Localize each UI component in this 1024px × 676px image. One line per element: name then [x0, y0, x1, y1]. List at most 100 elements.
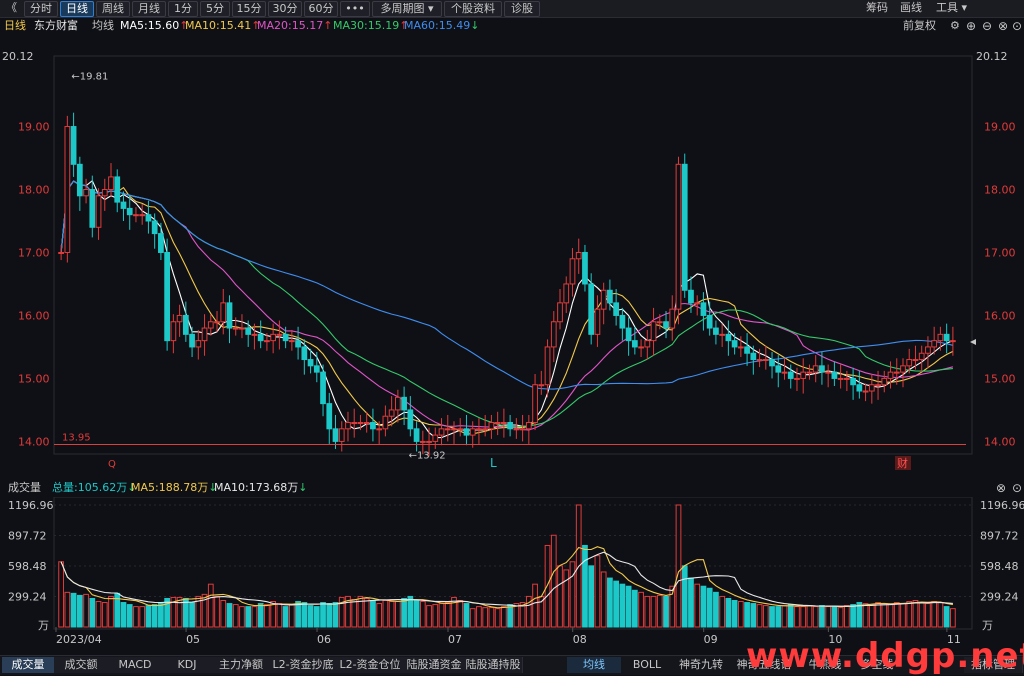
volume-bar — [419, 601, 426, 628]
candle-body — [251, 333, 258, 336]
indicator-tab-3[interactable]: KDJ — [162, 657, 213, 673]
volume-bar — [675, 504, 682, 628]
adjust-mode[interactable]: 前复权 — [903, 18, 936, 34]
candle-body — [787, 371, 794, 379]
candle-body — [669, 308, 676, 329]
volume-bar — [469, 608, 476, 628]
ma10-value: MA10:15.41↑ — [185, 19, 261, 32]
candle-body — [351, 422, 358, 425]
volume-bar — [656, 594, 663, 628]
toolbar-button-9[interactable]: ••• — [340, 1, 370, 17]
indicator-tab-5[interactable]: L2-资金抄底 — [270, 657, 337, 673]
candle-body — [538, 384, 545, 387]
volume-bar — [619, 583, 626, 628]
volume-bar — [176, 596, 183, 628]
volume-unit-left: 万 — [38, 619, 49, 632]
volume-bar — [638, 591, 644, 628]
volume-close-icon[interactable]: ⊗ — [996, 480, 1006, 496]
close-icon[interactable]: ⊗ — [998, 18, 1008, 34]
toolbar-button-3[interactable]: 月线 — [132, 1, 166, 17]
candle-body — [457, 428, 464, 431]
indicator-tab-8[interactable]: 陆股通持股 — [464, 657, 523, 673]
toolbar-button-11[interactable]: 个股资料 — [444, 1, 502, 17]
candle-body — [376, 428, 383, 431]
volume-title[interactable]: 成交量 — [8, 480, 41, 496]
zoom-out-icon[interactable]: ⊖ — [982, 18, 992, 34]
candle-body — [270, 333, 277, 342]
indicator-tab-1[interactable]: 成交额 — [54, 657, 109, 673]
indicator-tab-2[interactable]: MACD — [108, 657, 163, 673]
toolbar-button-0[interactable]: 分时 — [24, 1, 58, 17]
more-icon[interactable]: ⊙ — [1012, 18, 1022, 34]
volume-bar — [925, 603, 931, 628]
volume-bar — [388, 601, 395, 628]
event-marker-q: Q — [108, 459, 116, 470]
toolbar-right-2[interactable]: 工具 ▾ — [936, 1, 967, 15]
volume-bar — [644, 595, 651, 628]
volume-tick-left: 299.24 — [8, 591, 47, 604]
volume-tick-right: 897.72 — [980, 530, 1019, 543]
toolbar-button-2[interactable]: 周线 — [96, 1, 130, 17]
toolbar-right-0[interactable]: 筹码 — [866, 1, 888, 15]
candle-body — [837, 377, 844, 380]
settings-icon[interactable]: ⚙ — [950, 18, 960, 34]
candle-body — [320, 371, 326, 405]
overlay-tab-2[interactable]: 神奇九转 — [673, 657, 729, 673]
candle-body — [282, 333, 289, 342]
candle-body — [232, 327, 239, 330]
indicator-tab-7[interactable]: 陆股通资金 — [404, 657, 465, 673]
volume-bar — [251, 606, 258, 628]
volume-bar — [207, 583, 214, 628]
volume-bar — [95, 601, 102, 628]
indicator-tab-0[interactable]: 成交量 — [2, 657, 55, 673]
toolbar-button-8[interactable]: 60分 — [304, 1, 338, 17]
volume-bar — [320, 602, 326, 628]
candle-body — [513, 428, 520, 431]
volume-more-icon[interactable]: ⊙ — [1012, 480, 1022, 496]
back-icon[interactable]: 《 — [6, 1, 17, 15]
toolbar-button-5[interactable]: 5分 — [200, 1, 230, 17]
overlay-tab-1[interactable]: BOLL — [621, 657, 673, 673]
price-tick-left: 18.00 — [18, 184, 50, 197]
overlay-tab-0[interactable]: 均线 — [567, 657, 621, 673]
event-marker-cai: 财 — [897, 456, 908, 470]
toolbar-button-12[interactable]: 诊股 — [504, 1, 540, 17]
candle-body — [370, 422, 376, 430]
volume-bar — [943, 606, 950, 628]
candle-body — [245, 327, 252, 335]
candle-body — [625, 327, 632, 342]
volume-bar — [532, 583, 538, 628]
toolbar-button-7[interactable]: 30分 — [268, 1, 302, 17]
candle-body — [557, 302, 563, 323]
ma-indicator-label[interactable]: 均线 — [92, 18, 114, 34]
candle-body — [831, 371, 838, 379]
volume-bar — [706, 587, 713, 628]
toolbar-button-10[interactable]: 多周期图 ▾ — [372, 1, 442, 17]
volume-info-bar: 成交量 总量:105.62万↓ MA5:188.78万↓ MA10:173.68… — [0, 480, 1024, 496]
volume-bar — [881, 603, 888, 628]
volume-bar — [713, 591, 719, 628]
toolbar-button-4[interactable]: 1分 — [168, 1, 198, 17]
price-tick-left: 14.00 — [18, 435, 50, 448]
volume-bar — [476, 606, 482, 628]
candle-body — [781, 371, 788, 374]
zoom-in-icon[interactable]: ⊕ — [966, 18, 976, 34]
candle-body — [619, 314, 626, 329]
volume-unit-right: 万 — [982, 619, 993, 632]
toolbar-right-1[interactable]: 画线 — [900, 1, 922, 15]
indicator-tab-4[interactable]: 主力净额 — [212, 657, 271, 673]
x-axis-label: 07 — [448, 633, 462, 646]
volume-bar — [794, 606, 800, 628]
volume-bar — [257, 603, 264, 628]
volume-chart[interactable]: 1196.96 1196.96 897.72 897.72 598.48 598.48 29… — [0, 497, 1024, 652]
volume-bar — [563, 569, 570, 628]
candle-body — [164, 251, 171, 342]
indicator-tab-6[interactable]: L2-资金仓位 — [336, 657, 405, 673]
stock-name[interactable]: 东方财富 — [34, 18, 78, 34]
volume-bar — [382, 599, 389, 628]
toolbar-button-6[interactable]: 15分 — [232, 1, 266, 17]
x-axis-label: 05 — [186, 633, 200, 646]
price-chart[interactable]: 20.12 19.00 18.00 17.00 16.00 15.00 14.00 20.1… — [0, 36, 1024, 476]
toolbar-button-1[interactable]: 日线 — [60, 1, 94, 17]
candle-body — [850, 377, 856, 386]
